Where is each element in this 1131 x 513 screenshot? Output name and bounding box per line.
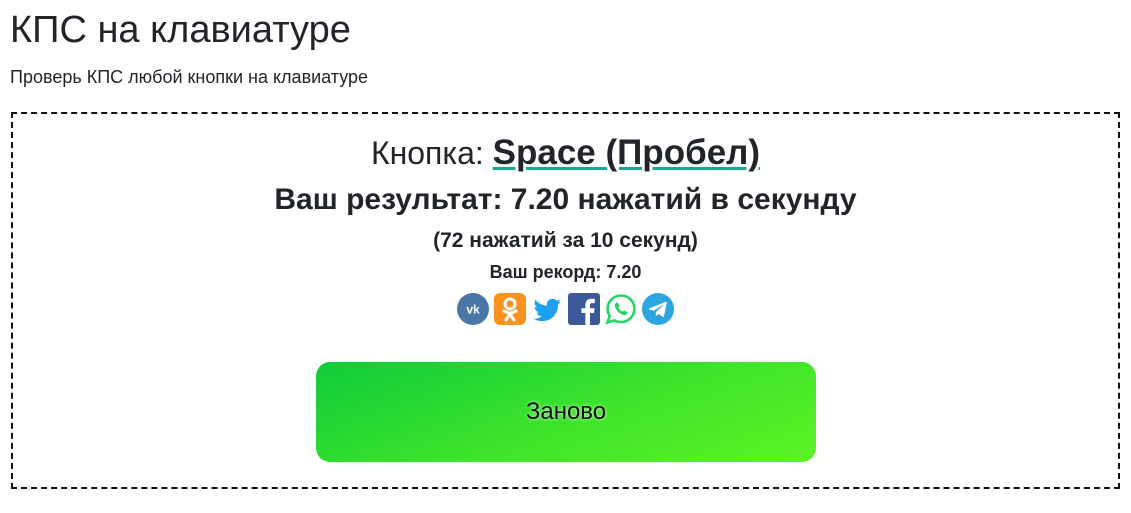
odnoklassniki-icon xyxy=(494,293,526,325)
result-text: Ваш результат: 7.20 нажатий в секунду xyxy=(274,183,857,216)
twitter-icon xyxy=(533,298,561,322)
whatsapp-icon xyxy=(605,294,636,325)
key-label: Кнопка: xyxy=(370,135,484,171)
restart-button[interactable]: Заново xyxy=(316,362,816,462)
result-detail: (72 нажатий за 10 секунд) xyxy=(433,229,698,252)
share-buttons: vk xyxy=(13,293,1118,325)
key-line: Кнопка: Space (Пробел) xyxy=(13,134,1118,172)
share-twitter-button[interactable] xyxy=(531,293,563,325)
page: КПС на клавиатуре Проверь КПС любой кноп… xyxy=(0,0,1131,513)
vk-icon: vk xyxy=(457,293,489,325)
record-line: Ваш рекорд: 7.20 xyxy=(13,261,1118,283)
share-whatsapp-button[interactable] xyxy=(605,293,637,325)
record-label: Ваш рекорд: xyxy=(489,262,602,282)
share-vk-button[interactable]: vk xyxy=(457,293,489,325)
kps-test-box: Кнопка: Space (Пробел) Ваш результат: 7.… xyxy=(11,112,1120,489)
key-name-link[interactable]: Space (Пробел) xyxy=(493,133,760,172)
share-telegram-button[interactable] xyxy=(642,293,674,325)
share-facebook-button[interactable] xyxy=(568,293,600,325)
page-subtitle: Проверь КПС любой кнопки на клавиатуре xyxy=(10,67,369,87)
facebook-icon xyxy=(568,293,600,325)
record-value: 7.20 xyxy=(606,262,642,282)
svg-text:vk: vk xyxy=(466,303,480,317)
telegram-icon xyxy=(642,293,674,325)
page-title: КПС на клавиатуре xyxy=(10,9,351,51)
share-odnoklassniki-button[interactable] xyxy=(494,293,526,325)
